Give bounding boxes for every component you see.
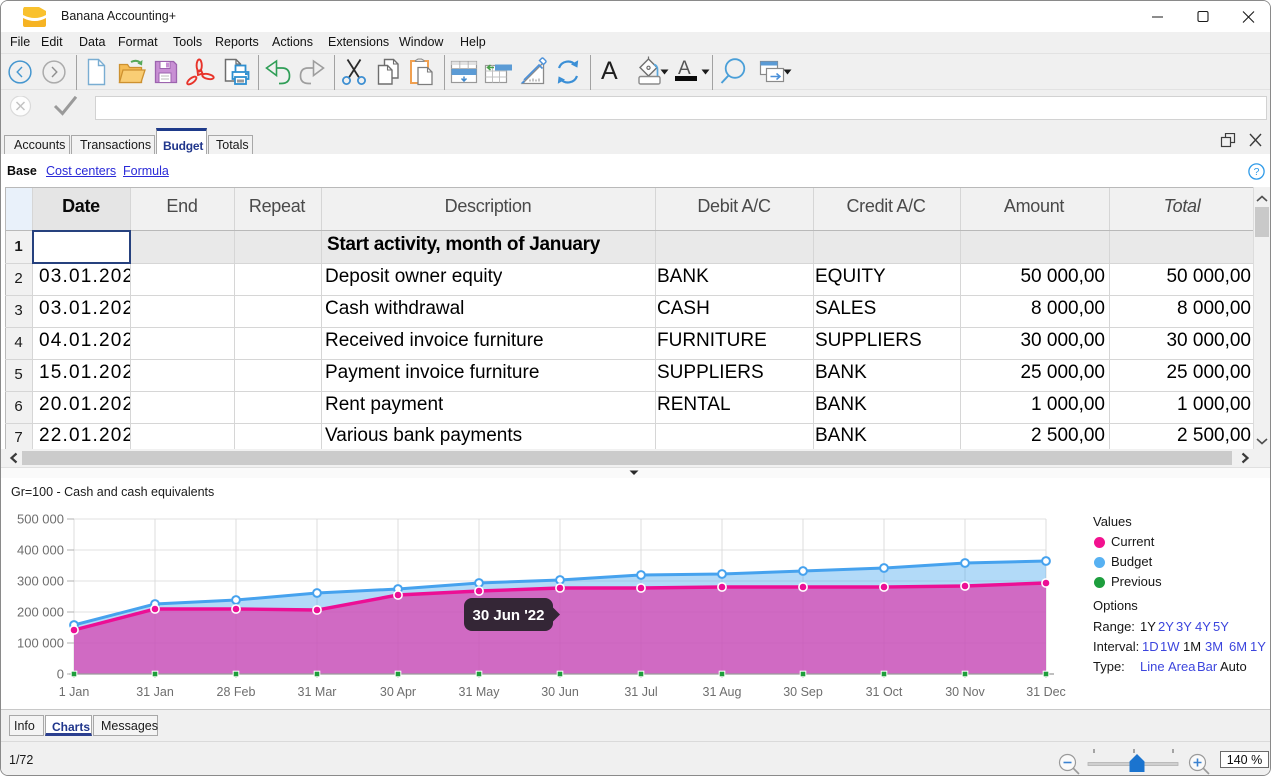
svg-text:100 000: 100 000 [17,636,64,651]
svg-text:31 Aug: 31 Aug [703,685,742,699]
svg-text:30 Sep: 30 Sep [783,685,823,699]
svg-text:30 Jun '22: 30 Jun '22 [473,607,545,624]
svg-text:30 Jun: 30 Jun [541,685,579,699]
svg-text:31 Jul: 31 Jul [624,685,657,699]
svg-text:0: 0 [57,667,64,682]
svg-text:?: ? [1254,166,1260,178]
svg-text:31 Mar: 31 Mar [298,685,337,699]
svg-text:31 Dec: 31 Dec [1026,685,1066,699]
svg-text:28 Feb: 28 Feb [217,685,256,699]
svg-text:500 000: 500 000 [17,512,64,527]
svg-text:31 Oct: 31 Oct [866,685,903,699]
svg-text:200 000: 200 000 [17,605,64,620]
svg-text:30 Nov: 30 Nov [945,685,985,699]
svg-text:30 Apr: 30 Apr [380,685,416,699]
svg-text:300 000: 300 000 [17,574,64,589]
svg-text:31 May: 31 May [459,685,501,699]
svg-text:1 Jan: 1 Jan [59,685,90,699]
svg-text:31 Jan: 31 Jan [136,685,174,699]
svg-text:400 000: 400 000 [17,543,64,558]
